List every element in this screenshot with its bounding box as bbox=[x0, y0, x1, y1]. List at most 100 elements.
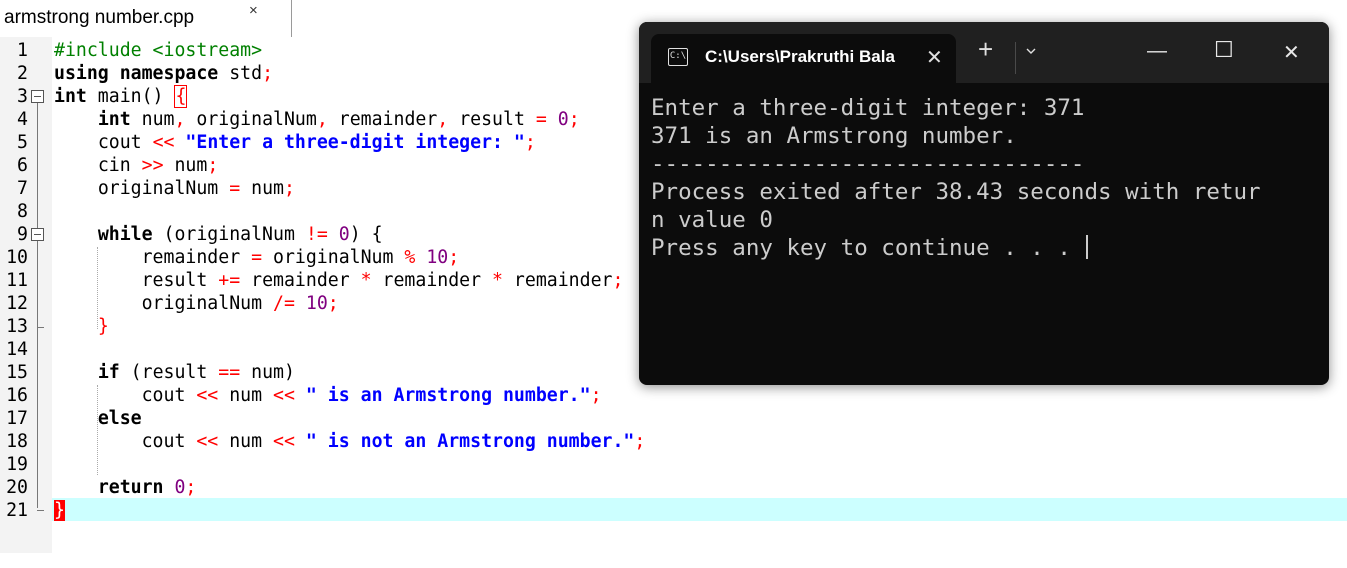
matched-brace: { bbox=[174, 85, 188, 108]
identifier: main() bbox=[86, 86, 175, 107]
operator: /= bbox=[273, 293, 295, 314]
operator: ; bbox=[207, 155, 219, 176]
text-cursor bbox=[1086, 235, 1089, 259]
identifier: originalNum bbox=[97, 178, 230, 199]
maximize-button[interactable]: ☐ bbox=[1214, 37, 1234, 63]
identifier: originalNum bbox=[185, 109, 317, 130]
output-line: Enter a three-digit integer: 371 bbox=[651, 95, 1085, 121]
identifier: (result bbox=[119, 362, 219, 383]
code-line: return 0; bbox=[0, 476, 1347, 499]
operator: << bbox=[196, 431, 219, 452]
operator: ; bbox=[448, 247, 460, 268]
code-line: cout << num << " is an Armstrong number.… bbox=[0, 384, 1347, 407]
identifier: num bbox=[218, 385, 274, 406]
keyword: while bbox=[97, 224, 153, 245]
string-literal: " is not an Armstrong number." bbox=[305, 431, 635, 452]
output-line: 371 is an Armstrong number. bbox=[651, 123, 1017, 149]
identifier: cout bbox=[141, 385, 197, 406]
identifier: num bbox=[130, 109, 175, 130]
number-literal: 10 bbox=[426, 247, 449, 268]
operator: ; bbox=[568, 109, 580, 130]
output-line: -------------------------------- bbox=[651, 151, 1085, 177]
string-literal: "Enter a three-digit integer: " bbox=[185, 132, 525, 153]
punctuation: ) { bbox=[349, 224, 383, 245]
code-line: cout << num << " is not an Armstrong num… bbox=[0, 430, 1347, 453]
terminal-output[interactable]: Enter a three-digit integer: 371 371 is a… bbox=[651, 94, 1261, 262]
identifier: remainder bbox=[502, 270, 613, 291]
operator: << bbox=[152, 132, 175, 153]
operator: ; bbox=[634, 431, 646, 452]
output-line: Process exited after 38.43 seconds with … bbox=[651, 179, 1261, 205]
keyword: return bbox=[97, 477, 164, 498]
file-tab-label: armstrong number.cpp bbox=[4, 7, 195, 28]
identifier: num bbox=[163, 155, 208, 176]
operator: ; bbox=[590, 385, 602, 406]
operator: == bbox=[218, 362, 241, 383]
number-literal: 0 bbox=[174, 477, 186, 498]
file-tab[interactable]: armstrong number.cpp × bbox=[0, 0, 292, 37]
identifier: num bbox=[218, 431, 274, 452]
close-tab-icon[interactable]: × bbox=[249, 2, 258, 19]
operator: << bbox=[273, 385, 295, 406]
operator: , bbox=[174, 109, 186, 130]
operator: = bbox=[229, 178, 241, 199]
number-literal: 10 bbox=[305, 293, 328, 314]
operator: ; bbox=[185, 477, 197, 498]
divider bbox=[1015, 42, 1016, 74]
terminal-icon: C:\ bbox=[668, 48, 688, 66]
identifier: remainder bbox=[141, 247, 252, 268]
include-directive: #include <iostream> bbox=[54, 40, 263, 61]
number-literal: 0 bbox=[338, 224, 350, 245]
operator: % bbox=[404, 247, 416, 268]
code-line: } bbox=[0, 499, 1347, 522]
identifier: cin bbox=[97, 155, 142, 176]
operator: * bbox=[360, 270, 372, 291]
operator: ; bbox=[524, 132, 536, 153]
keyword: else bbox=[97, 408, 142, 429]
output-line: Press any key to continue . . . bbox=[651, 235, 1085, 261]
operator: << bbox=[196, 385, 219, 406]
identifier: remainder bbox=[327, 109, 438, 130]
identifier: originalNum bbox=[141, 293, 274, 314]
operator: ; bbox=[612, 270, 624, 291]
operator: ; bbox=[283, 178, 295, 199]
identifier: remainder bbox=[371, 270, 493, 291]
identifier: cout bbox=[97, 132, 153, 153]
keyword: if bbox=[97, 362, 120, 383]
closing-brace: } bbox=[97, 316, 109, 337]
operator: << bbox=[273, 431, 295, 452]
terminal-window[interactable]: C:\ C:\Users\Prakruthi Bala ✕ + — ☐ ✕ En… bbox=[639, 22, 1329, 385]
terminal-tab-title: C:\Users\Prakruthi Bala bbox=[705, 47, 895, 66]
terminal-tab[interactable]: C:\ C:\Users\Prakruthi Bala ✕ bbox=[651, 34, 956, 83]
keyword: int bbox=[54, 86, 87, 107]
number-literal: 0 bbox=[557, 109, 569, 130]
operator: = bbox=[251, 247, 263, 268]
output-line: n value 0 bbox=[651, 207, 773, 233]
identifier: result bbox=[141, 270, 219, 291]
string-literal: " is an Armstrong number." bbox=[305, 385, 591, 406]
output-line-prompt: Press any key to continue . . . bbox=[651, 234, 1261, 262]
operator: * bbox=[492, 270, 503, 291]
close-tab-icon[interactable]: ✕ bbox=[926, 45, 943, 70]
operator: = bbox=[535, 109, 547, 130]
operator: != bbox=[305, 224, 328, 245]
window-close-button[interactable]: ✕ bbox=[1283, 40, 1300, 65]
operator: += bbox=[218, 270, 241, 291]
identifier: remainder bbox=[240, 270, 361, 291]
keyword: using namespace bbox=[54, 63, 219, 84]
terminal-title-bar[interactable]: C:\ C:\Users\Prakruthi Bala ✕ + — ☐ ✕ bbox=[639, 22, 1329, 83]
minimize-button[interactable]: — bbox=[1147, 40, 1167, 63]
operator: >> bbox=[141, 155, 164, 176]
operator: ; bbox=[327, 293, 339, 314]
matched-brace: } bbox=[54, 500, 65, 521]
identifier: num bbox=[240, 178, 284, 199]
new-tab-button[interactable]: + bbox=[978, 36, 993, 62]
operator: , bbox=[437, 109, 449, 130]
operator: ; bbox=[262, 63, 274, 84]
chevron-down-icon[interactable] bbox=[1026, 46, 1036, 56]
keyword: int bbox=[97, 109, 131, 130]
code-line: else bbox=[0, 407, 1347, 430]
identifier: originalNum bbox=[262, 247, 405, 268]
identifier: std bbox=[218, 63, 263, 84]
operator: , bbox=[316, 109, 328, 130]
